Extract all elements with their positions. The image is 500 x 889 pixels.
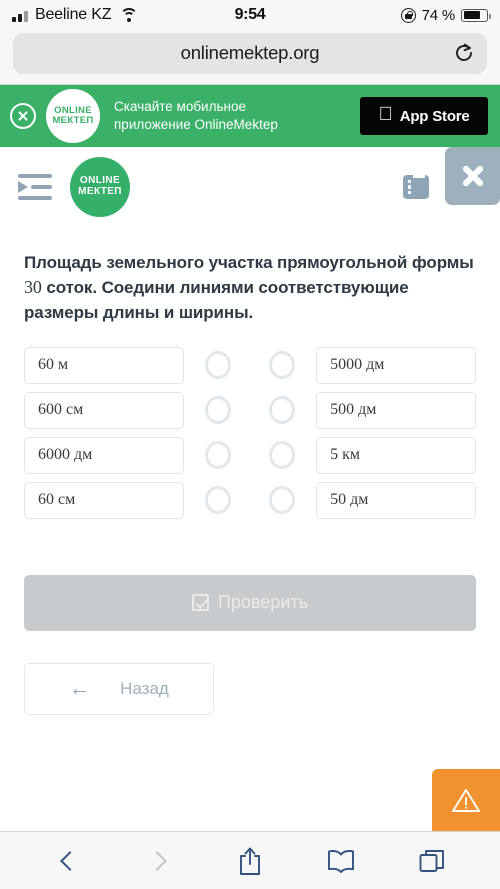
right-connector-0[interactable] xyxy=(269,351,296,380)
battery-icon xyxy=(461,8,491,22)
indent-sidebar-icon[interactable] xyxy=(18,174,52,200)
right-option-3[interactable]: 50 дм xyxy=(316,481,476,519)
close-icon xyxy=(460,163,486,189)
left-option-0[interactable]: 60 м xyxy=(24,346,184,384)
app-install-banner: ONLINE МЕКТЕП Скачайте мобильное приложе… xyxy=(0,85,500,147)
banner-text-line1: Скачайте мобильное xyxy=(114,98,246,114)
apple-logo-icon:  xyxy=(378,105,392,124)
question-text: Площадь земельного участка прямоугольной… xyxy=(24,251,476,325)
check-answer-button[interactable]: Проверить xyxy=(24,574,476,631)
question-number: 30 xyxy=(24,277,42,298)
left-connector-1[interactable] xyxy=(204,396,231,425)
banner-text: Скачайте мобильное приложение OnlineMekt… xyxy=(110,98,350,134)
list-icon[interactable] xyxy=(403,175,429,199)
browser-back-button[interactable] xyxy=(45,841,91,881)
browser-forward-button[interactable] xyxy=(136,841,182,881)
site-logo-line2: МЕКТЕП xyxy=(78,186,122,197)
browser-url-bar: onlinemektep.org xyxy=(0,30,500,85)
url-label: onlinemektep.org xyxy=(180,42,320,63)
left-connector-0[interactable] xyxy=(204,351,231,380)
phone-screen: Beeline KZ 9:54 74 % onlinemektep.org ON… xyxy=(0,0,500,889)
table-row: 600 см 500 дм xyxy=(24,388,476,433)
left-connector-2[interactable] xyxy=(204,441,231,470)
share-icon xyxy=(240,847,260,875)
clock-label: 9:54 xyxy=(234,6,266,23)
right-option-1[interactable]: 500 дм xyxy=(316,391,476,429)
left-connector-3[interactable] xyxy=(204,486,231,515)
web-page-content: ONLINE МЕКТЕП Скачайте мобильное приложе… xyxy=(0,85,500,831)
banner-logo-line2: МЕКТЕП xyxy=(52,115,94,126)
question-text-after: соток. Соедини линиями соответствующие р… xyxy=(24,278,409,322)
share-button[interactable] xyxy=(227,841,273,881)
rotation-lock-icon xyxy=(400,7,416,23)
checkbox-checked-icon xyxy=(191,594,209,612)
app-store-button[interactable]:  App Store xyxy=(360,97,488,135)
table-row: 60 см 50 дм xyxy=(24,478,476,523)
bookmarks-button[interactable] xyxy=(318,841,364,881)
tabs-button[interactable] xyxy=(409,841,455,881)
left-option-3[interactable]: 60 см xyxy=(24,481,184,519)
table-row: 60 м 5000 дм xyxy=(24,343,476,388)
left-option-1[interactable]: 600 см xyxy=(24,391,184,429)
right-option-0[interactable]: 5000 дм xyxy=(316,346,476,384)
warning-triangle-icon xyxy=(451,787,481,814)
back-button-label: Назад xyxy=(120,678,169,698)
matching-grid: 60 м 5000 дм 600 см 500 дм 6000 дм 5 км xyxy=(24,343,476,523)
banner-logo: ONLINE МЕКТЕП xyxy=(46,89,100,143)
overlay-close-button[interactable] xyxy=(445,147,500,205)
question-text-before: Площадь земельного участка прямоугольной… xyxy=(24,253,474,272)
ios-status-bar: Beeline KZ 9:54 74 % xyxy=(0,0,500,30)
back-button[interactable]: ← Назад xyxy=(24,662,214,715)
safari-toolbar xyxy=(0,831,500,889)
app-store-label: App Store xyxy=(392,107,470,125)
chevron-right-icon xyxy=(146,850,167,871)
table-row: 6000 дм 5 км xyxy=(24,433,476,478)
site-logo[interactable]: ONLINE МЕКТЕП xyxy=(70,157,130,217)
banner-close-icon[interactable] xyxy=(10,103,36,129)
right-connector-2[interactable] xyxy=(269,441,296,470)
arrow-left-icon: ← xyxy=(69,677,91,701)
banner-text-line2: приложение OnlineMektep xyxy=(114,117,278,132)
task-body: Площадь земельного участка прямоугольной… xyxy=(0,251,500,715)
address-field[interactable]: onlinemektep.org xyxy=(13,32,487,74)
right-connector-1[interactable] xyxy=(269,396,296,425)
site-header: ONLINE МЕКТЕП xyxy=(0,147,500,227)
reload-icon[interactable] xyxy=(451,40,477,66)
left-option-2[interactable]: 6000 дм xyxy=(24,436,184,474)
tabs-icon xyxy=(419,849,445,872)
book-icon xyxy=(328,849,355,873)
report-problem-button[interactable] xyxy=(432,769,500,831)
chevron-left-icon xyxy=(59,850,80,871)
check-answer-label: Проверить xyxy=(217,592,309,613)
right-option-2[interactable]: 5 км xyxy=(316,436,476,474)
right-connector-3[interactable] xyxy=(269,486,296,515)
